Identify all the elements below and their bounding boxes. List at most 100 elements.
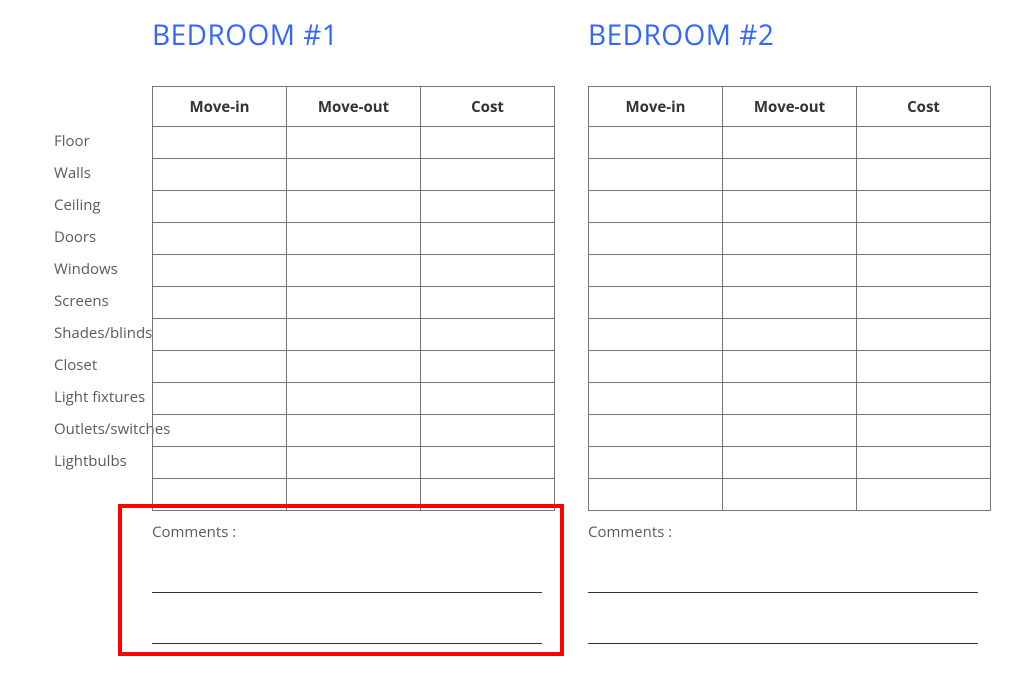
table-cell[interactable] bbox=[857, 319, 991, 351]
table-cell[interactable] bbox=[589, 479, 723, 511]
table-cell[interactable] bbox=[723, 479, 857, 511]
table-cell[interactable] bbox=[857, 351, 991, 383]
table-cell[interactable] bbox=[153, 127, 287, 159]
table-cell[interactable] bbox=[723, 351, 857, 383]
table-header-row: Move-inMove-outCost bbox=[153, 87, 555, 127]
row-label: Windows bbox=[54, 253, 154, 285]
table-cell[interactable] bbox=[421, 159, 555, 191]
table-cell[interactable] bbox=[589, 319, 723, 351]
table-cell[interactable] bbox=[723, 287, 857, 319]
table-row bbox=[589, 479, 991, 511]
table-cell[interactable] bbox=[421, 255, 555, 287]
table-cell[interactable] bbox=[421, 191, 555, 223]
table-cell[interactable] bbox=[287, 351, 421, 383]
table-cell[interactable] bbox=[857, 127, 991, 159]
table-cell[interactable] bbox=[589, 415, 723, 447]
table-cell[interactable] bbox=[857, 191, 991, 223]
row-label: Doors bbox=[54, 221, 154, 253]
table-cell[interactable] bbox=[287, 415, 421, 447]
table-cell[interactable] bbox=[589, 159, 723, 191]
table-cell[interactable] bbox=[723, 415, 857, 447]
table-cell[interactable] bbox=[857, 255, 991, 287]
table-cell[interactable] bbox=[287, 159, 421, 191]
table-cell[interactable] bbox=[589, 287, 723, 319]
table-row bbox=[153, 191, 555, 223]
table-cell[interactable] bbox=[421, 383, 555, 415]
column-header: Move-out bbox=[723, 87, 857, 127]
table-cell[interactable] bbox=[287, 287, 421, 319]
row-label: Screens bbox=[54, 285, 154, 317]
table-cell[interactable] bbox=[421, 479, 555, 511]
table-cell[interactable] bbox=[589, 383, 723, 415]
table-cell[interactable] bbox=[421, 351, 555, 383]
comment-line[interactable] bbox=[588, 592, 978, 593]
table-cell[interactable] bbox=[287, 127, 421, 159]
table-cell[interactable] bbox=[723, 383, 857, 415]
table-cell[interactable] bbox=[153, 287, 287, 319]
table-cell[interactable] bbox=[153, 383, 287, 415]
table-cell[interactable] bbox=[153, 319, 287, 351]
row-label: Floor bbox=[54, 125, 154, 157]
table-cell[interactable] bbox=[857, 287, 991, 319]
table-cell[interactable] bbox=[153, 159, 287, 191]
table-cell[interactable] bbox=[857, 159, 991, 191]
table-cell[interactable] bbox=[723, 447, 857, 479]
table-cell[interactable] bbox=[723, 191, 857, 223]
table-cell[interactable] bbox=[153, 191, 287, 223]
table-row bbox=[589, 383, 991, 415]
table-row bbox=[589, 127, 991, 159]
section-title-bedroom1: BEDROOM #1 bbox=[152, 16, 338, 54]
comment-line[interactable] bbox=[152, 592, 542, 593]
table-cell[interactable] bbox=[857, 447, 991, 479]
column-header: Move-in bbox=[589, 87, 723, 127]
table-cell[interactable] bbox=[857, 479, 991, 511]
table-row bbox=[589, 287, 991, 319]
table-cell[interactable] bbox=[589, 255, 723, 287]
table-row bbox=[153, 351, 555, 383]
column-header: Move-in bbox=[153, 87, 287, 127]
table-cell[interactable] bbox=[421, 319, 555, 351]
table-cell[interactable] bbox=[723, 223, 857, 255]
table-cell[interactable] bbox=[153, 351, 287, 383]
table-cell[interactable] bbox=[153, 415, 287, 447]
comment-line[interactable] bbox=[588, 643, 978, 644]
table-cell[interactable] bbox=[287, 255, 421, 287]
table-cell[interactable] bbox=[421, 447, 555, 479]
table-cell[interactable] bbox=[421, 127, 555, 159]
table-cell[interactable] bbox=[421, 287, 555, 319]
table-cell[interactable] bbox=[153, 255, 287, 287]
column-header: Move-out bbox=[287, 87, 421, 127]
table-cell[interactable] bbox=[589, 127, 723, 159]
table-cell[interactable] bbox=[857, 223, 991, 255]
comment-line[interactable] bbox=[152, 643, 542, 644]
table-cell[interactable] bbox=[589, 351, 723, 383]
table-cell[interactable] bbox=[153, 479, 287, 511]
table-cell[interactable] bbox=[589, 447, 723, 479]
table-cell[interactable] bbox=[287, 191, 421, 223]
table-cell[interactable] bbox=[287, 319, 421, 351]
table-row bbox=[153, 383, 555, 415]
table-cell[interactable] bbox=[421, 223, 555, 255]
table-cell[interactable] bbox=[723, 127, 857, 159]
table-cell[interactable] bbox=[287, 383, 421, 415]
table-cell[interactable] bbox=[153, 447, 287, 479]
table-row bbox=[589, 447, 991, 479]
row-label: Ceiling bbox=[54, 189, 154, 221]
table-cell[interactable] bbox=[589, 223, 723, 255]
table-cell[interactable] bbox=[287, 223, 421, 255]
column-header: Cost bbox=[857, 87, 991, 127]
table-row bbox=[589, 159, 991, 191]
table-cell[interactable] bbox=[723, 319, 857, 351]
table-cell[interactable] bbox=[589, 191, 723, 223]
table-cell[interactable] bbox=[287, 479, 421, 511]
table-cell[interactable] bbox=[723, 159, 857, 191]
table-row bbox=[153, 287, 555, 319]
table-cell[interactable] bbox=[857, 415, 991, 447]
table-cell[interactable] bbox=[153, 223, 287, 255]
comments-bedroom1: Comments : bbox=[152, 522, 542, 644]
table-row bbox=[153, 319, 555, 351]
table-cell[interactable] bbox=[421, 415, 555, 447]
table-cell[interactable] bbox=[723, 255, 857, 287]
table-cell[interactable] bbox=[287, 447, 421, 479]
table-cell[interactable] bbox=[857, 383, 991, 415]
